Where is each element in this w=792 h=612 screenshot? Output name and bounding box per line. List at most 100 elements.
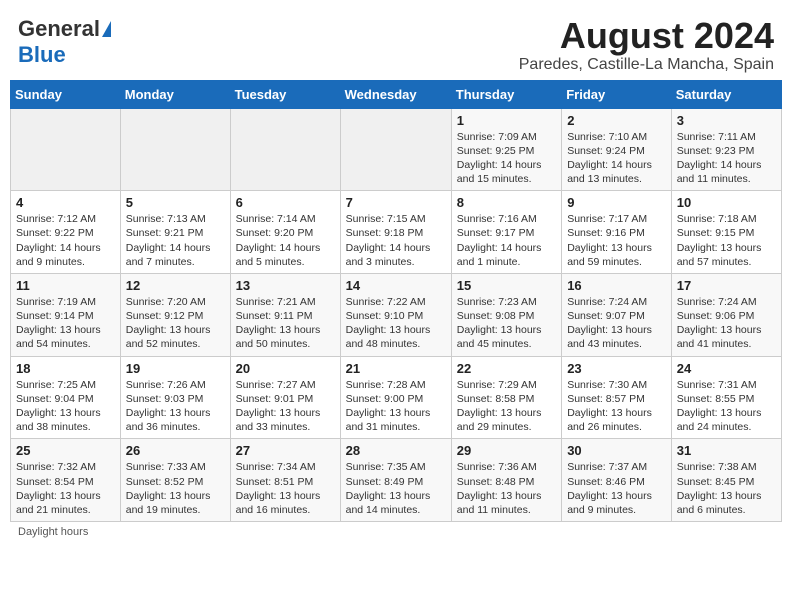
day-info: Sunrise: 7:37 AMSunset: 8:46 PMDaylight:… bbox=[567, 460, 666, 517]
day-info: Sunrise: 7:28 AMSunset: 9:00 PMDaylight:… bbox=[346, 378, 446, 435]
day-cell: 21 Sunrise: 7:28 AMSunset: 9:00 PMDayligh… bbox=[340, 356, 451, 439]
day-info: Sunrise: 7:24 AMSunset: 9:07 PMDaylight:… bbox=[567, 295, 666, 352]
day-info: Sunrise: 7:34 AMSunset: 8:51 PMDaylight:… bbox=[236, 460, 335, 517]
day-cell: 9 Sunrise: 7:17 AMSunset: 9:16 PMDaylight… bbox=[562, 191, 672, 274]
day-number: 18 bbox=[16, 361, 115, 376]
day-cell bbox=[120, 108, 230, 191]
day-number: 21 bbox=[346, 361, 446, 376]
logo-triangle-icon bbox=[102, 21, 111, 37]
day-number: 20 bbox=[236, 361, 335, 376]
day-number: 28 bbox=[346, 443, 446, 458]
daylight-label: Daylight hours bbox=[18, 526, 88, 538]
day-info: Sunrise: 7:12 AMSunset: 9:22 PMDaylight:… bbox=[16, 212, 115, 269]
day-cell: 22 Sunrise: 7:29 AMSunset: 8:58 PMDayligh… bbox=[451, 356, 561, 439]
weekday-saturday: Saturday bbox=[671, 80, 781, 108]
weekday-thursday: Thursday bbox=[451, 80, 561, 108]
day-cell bbox=[340, 108, 451, 191]
day-cell: 29Sunrise: 7:36 AMSunset: 8:48 PMDayligh… bbox=[451, 439, 561, 522]
weekday-monday: Monday bbox=[120, 80, 230, 108]
week-row-4: 18 Sunrise: 7:25 AMSunset: 9:04 PMDayligh… bbox=[11, 356, 782, 439]
logo: General Blue bbox=[18, 16, 111, 68]
day-info: Sunrise: 7:38 AMSunset: 8:45 PMDaylight:… bbox=[677, 460, 776, 517]
day-info: Sunrise: 7:25 AMSunset: 9:04 PMDaylight:… bbox=[16, 378, 115, 435]
calendar-table: SundayMondayTuesdayWednesdayThursdayFrid… bbox=[10, 80, 782, 522]
day-info: Sunrise: 7:11 AMSunset: 9:23 PMDaylight:… bbox=[677, 130, 776, 187]
day-number: 29 bbox=[457, 443, 556, 458]
day-cell: 3 Sunrise: 7:11 AMSunset: 9:23 PMDaylight… bbox=[671, 108, 781, 191]
day-info: Sunrise: 7:32 AMSunset: 8:54 PMDaylight:… bbox=[16, 460, 115, 517]
day-cell: 1 Sunrise: 7:09 AMSunset: 9:25 PMDaylight… bbox=[451, 108, 561, 191]
day-number: 14 bbox=[346, 278, 446, 293]
day-cell: 20Sunrise: 7:27 AMSunset: 9:01 PMDayligh… bbox=[230, 356, 340, 439]
day-info: Sunrise: 7:26 AMSunset: 9:03 PMDaylight:… bbox=[126, 378, 225, 435]
day-number: 26 bbox=[126, 443, 225, 458]
weekday-wednesday: Wednesday bbox=[340, 80, 451, 108]
day-cell: 30Sunrise: 7:37 AMSunset: 8:46 PMDayligh… bbox=[562, 439, 672, 522]
day-cell: 7 Sunrise: 7:15 AMSunset: 9:18 PMDaylight… bbox=[340, 191, 451, 274]
day-number: 4 bbox=[16, 195, 115, 210]
week-row-1: 1 Sunrise: 7:09 AMSunset: 9:25 PMDaylight… bbox=[11, 108, 782, 191]
day-info: Sunrise: 7:18 AMSunset: 9:15 PMDaylight:… bbox=[677, 212, 776, 269]
day-cell: 17 Sunrise: 7:24 AMSunset: 9:06 PMDayligh… bbox=[671, 273, 781, 356]
day-number: 7 bbox=[346, 195, 446, 210]
day-number: 12 bbox=[126, 278, 225, 293]
day-cell: 24 Sunrise: 7:31 AMSunset: 8:55 PMDayligh… bbox=[671, 356, 781, 439]
day-info: Sunrise: 7:23 AMSunset: 9:08 PMDaylight:… bbox=[457, 295, 556, 352]
day-info: Sunrise: 7:16 AMSunset: 9:17 PMDaylight:… bbox=[457, 212, 556, 269]
day-info: Sunrise: 7:15 AMSunset: 9:18 PMDaylight:… bbox=[346, 212, 446, 269]
day-number: 2 bbox=[567, 113, 666, 128]
day-cell: 27 Sunrise: 7:34 AMSunset: 8:51 PMDayligh… bbox=[230, 439, 340, 522]
day-number: 19 bbox=[126, 361, 225, 376]
day-cell bbox=[11, 108, 121, 191]
day-info: Sunrise: 7:14 AMSunset: 9:20 PMDaylight:… bbox=[236, 212, 335, 269]
header: General Blue August 2024 Paredes, Castil… bbox=[10, 10, 782, 74]
week-row-3: 11Sunrise: 7:19 AMSunset: 9:14 PMDayligh… bbox=[11, 273, 782, 356]
day-number: 23 bbox=[567, 361, 666, 376]
day-info: Sunrise: 7:09 AMSunset: 9:25 PMDaylight:… bbox=[457, 130, 556, 187]
day-number: 1 bbox=[457, 113, 556, 128]
logo-blue-text: Blue bbox=[18, 42, 66, 68]
day-cell bbox=[230, 108, 340, 191]
day-number: 17 bbox=[677, 278, 776, 293]
day-cell: 2Sunrise: 7:10 AMSunset: 9:24 PMDaylight… bbox=[562, 108, 672, 191]
day-info: Sunrise: 7:33 AMSunset: 8:52 PMDaylight:… bbox=[126, 460, 225, 517]
day-cell: 26 Sunrise: 7:33 AMSunset: 8:52 PMDayligh… bbox=[120, 439, 230, 522]
day-number: 13 bbox=[236, 278, 335, 293]
day-number: 25 bbox=[16, 443, 115, 458]
day-info: Sunrise: 7:24 AMSunset: 9:06 PMDaylight:… bbox=[677, 295, 776, 352]
weekday-friday: Friday bbox=[562, 80, 672, 108]
day-cell: 6Sunrise: 7:14 AMSunset: 9:20 PMDaylight… bbox=[230, 191, 340, 274]
day-cell: 16 Sunrise: 7:24 AMSunset: 9:07 PMDayligh… bbox=[562, 273, 672, 356]
day-number: 24 bbox=[677, 361, 776, 376]
day-cell: 15Sunrise: 7:23 AMSunset: 9:08 PMDayligh… bbox=[451, 273, 561, 356]
day-cell: 10 Sunrise: 7:18 AMSunset: 9:15 PMDayligh… bbox=[671, 191, 781, 274]
day-cell: 8Sunrise: 7:16 AMSunset: 9:17 PMDaylight… bbox=[451, 191, 561, 274]
day-number: 22 bbox=[457, 361, 556, 376]
day-cell: 4 Sunrise: 7:12 AMSunset: 9:22 PMDaylight… bbox=[11, 191, 121, 274]
logo-general: General bbox=[18, 16, 111, 42]
day-cell: 31Sunrise: 7:38 AMSunset: 8:45 PMDayligh… bbox=[671, 439, 781, 522]
day-info: Sunrise: 7:35 AMSunset: 8:49 PMDaylight:… bbox=[346, 460, 446, 517]
day-number: 27 bbox=[236, 443, 335, 458]
day-info: Sunrise: 7:13 AMSunset: 9:21 PMDaylight:… bbox=[126, 212, 225, 269]
day-cell: 11Sunrise: 7:19 AMSunset: 9:14 PMDayligh… bbox=[11, 273, 121, 356]
day-info: Sunrise: 7:30 AMSunset: 8:57 PMDaylight:… bbox=[567, 378, 666, 435]
day-info: Sunrise: 7:17 AMSunset: 9:16 PMDaylight:… bbox=[567, 212, 666, 269]
day-number: 16 bbox=[567, 278, 666, 293]
day-number: 9 bbox=[567, 195, 666, 210]
weekday-header-row: SundayMondayTuesdayWednesdayThursdayFrid… bbox=[11, 80, 782, 108]
weekday-tuesday: Tuesday bbox=[230, 80, 340, 108]
day-cell: 14 Sunrise: 7:22 AMSunset: 9:10 PMDayligh… bbox=[340, 273, 451, 356]
footer-note: Daylight hours bbox=[10, 522, 782, 542]
calendar-title: August 2024 bbox=[519, 16, 774, 56]
week-row-2: 4 Sunrise: 7:12 AMSunset: 9:22 PMDaylight… bbox=[11, 191, 782, 274]
day-cell: 25 Sunrise: 7:32 AMSunset: 8:54 PMDayligh… bbox=[11, 439, 121, 522]
day-number: 10 bbox=[677, 195, 776, 210]
day-cell: 23 Sunrise: 7:30 AMSunset: 8:57 PMDayligh… bbox=[562, 356, 672, 439]
week-row-5: 25 Sunrise: 7:32 AMSunset: 8:54 PMDayligh… bbox=[11, 439, 782, 522]
day-info: Sunrise: 7:22 AMSunset: 9:10 PMDaylight:… bbox=[346, 295, 446, 352]
day-number: 3 bbox=[677, 113, 776, 128]
day-info: Sunrise: 7:31 AMSunset: 8:55 PMDaylight:… bbox=[677, 378, 776, 435]
day-info: Sunrise: 7:19 AMSunset: 9:14 PMDaylight:… bbox=[16, 295, 115, 352]
day-info: Sunrise: 7:29 AMSunset: 8:58 PMDaylight:… bbox=[457, 378, 556, 435]
